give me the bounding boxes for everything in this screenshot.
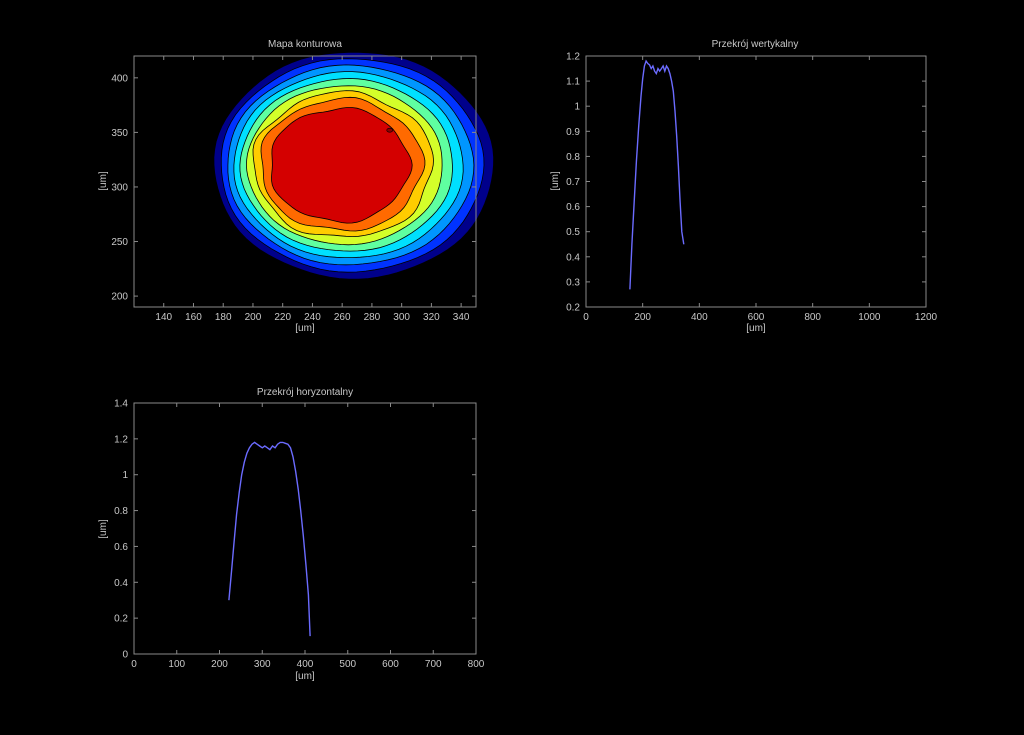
x-tick-label: 280 (364, 312, 381, 323)
y-tick-label: 300 (111, 182, 128, 193)
x-tick-label: 800 (804, 312, 821, 323)
x-tick-label: 300 (393, 312, 410, 323)
y-tick-label: 0.8 (566, 152, 580, 163)
y-tick-label: 400 (111, 73, 128, 84)
y-tick-label: 0.7 (566, 177, 580, 188)
y-tick-label: 0.2 (566, 303, 580, 314)
x-tick-label: 140 (155, 312, 172, 323)
horizontal-profile-x-label: [um] (295, 671, 315, 682)
vertical-profile-y-label: [um] (550, 171, 561, 191)
contour-spot (386, 127, 394, 133)
x-tick-label: 500 (339, 659, 356, 670)
x-tick-label: 0 (131, 659, 137, 670)
x-tick-label: 180 (215, 312, 232, 323)
y-tick-label: 250 (111, 237, 128, 248)
y-tick-label: 0.4 (566, 252, 580, 263)
y-tick-label: 0.2 (114, 614, 128, 625)
horizontal-profile-y-label: [um] (98, 519, 109, 539)
horizontal-profile-title: Przekrój horyzontalny (257, 387, 353, 398)
x-tick-label: 220 (274, 312, 291, 323)
y-tick-label: 0.6 (566, 202, 580, 213)
x-tick-label: 700 (425, 659, 442, 670)
x-tick-label: 200 (245, 312, 262, 323)
x-tick-label: 300 (254, 659, 271, 670)
x-tick-label: 340 (453, 312, 470, 323)
x-tick-label: 600 (382, 659, 399, 670)
y-tick-label: 1 (574, 102, 580, 113)
x-tick-label: 100 (168, 659, 185, 670)
y-tick-label: 350 (111, 128, 128, 139)
y-tick-label: 0.6 (114, 542, 128, 553)
x-tick-label: 1200 (915, 312, 938, 323)
y-tick-label: 0.9 (566, 127, 580, 138)
y-tick-label: 1 (122, 470, 128, 481)
x-tick-label: 200 (211, 659, 228, 670)
vertical-profile-x-label: [um] (746, 323, 766, 334)
y-tick-label: 1.4 (114, 399, 128, 410)
vertical-profile-title: Przekrój wertykalny (712, 39, 799, 50)
x-tick-label: 600 (748, 312, 765, 323)
x-tick-label: 260 (334, 312, 351, 323)
x-tick-label: 1000 (858, 312, 881, 323)
y-tick-label: 0.3 (566, 277, 580, 288)
x-tick-label: 0 (583, 312, 589, 323)
contour-plot-area (213, 52, 495, 280)
y-tick-label: 0.5 (566, 227, 580, 238)
y-tick-label: 0.8 (114, 506, 128, 517)
x-tick-label: 320 (423, 312, 440, 323)
contour-y-label: [um] (98, 171, 109, 191)
y-tick-label: 0 (122, 650, 128, 661)
y-tick-label: 0.4 (114, 578, 128, 589)
x-tick-label: 800 (468, 659, 485, 670)
y-tick-label: 1.2 (566, 52, 580, 63)
x-tick-label: 400 (297, 659, 314, 670)
figure-canvas: Mapa konturowa 140 160 180 200 220 240 260 280 3… (0, 0, 1024, 735)
y-tick-label: 200 (111, 292, 128, 303)
x-tick-label: 400 (691, 312, 708, 323)
y-tick-label: 1.2 (114, 434, 128, 445)
x-tick-label: 240 (304, 312, 321, 323)
contour-title: Mapa konturowa (268, 39, 342, 50)
y-tick-label: 1.1 (566, 77, 580, 88)
x-tick-label: 160 (185, 312, 202, 323)
x-tick-label: 200 (634, 312, 651, 323)
contour-x-label: [um] (295, 323, 315, 334)
